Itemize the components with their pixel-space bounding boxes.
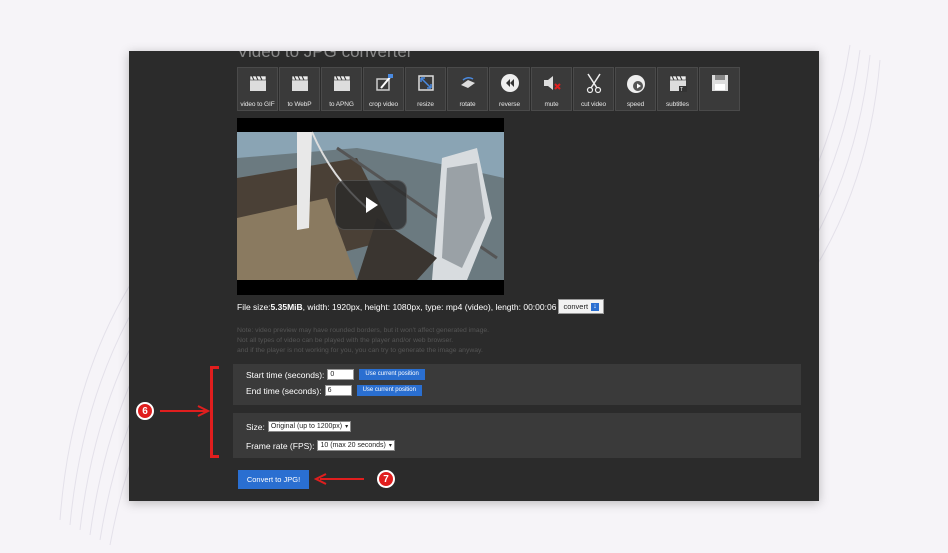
tool-label: speed: [626, 101, 645, 108]
end-time-input[interactable]: [324, 385, 352, 396]
note-line: and if the player is not working for you…: [237, 347, 483, 354]
download-icon: ↓: [591, 302, 600, 311]
mute-icon: [543, 76, 561, 90]
note-line: Note: video preview may have rounded bor…: [237, 327, 490, 334]
output-options: Size: Original (up to 1200px) ▾ Frame ra…: [233, 413, 801, 458]
tool-label: subtitles: [666, 101, 689, 108]
convert-file-button[interactable]: convert ↓: [558, 299, 605, 314]
tool-to-apng[interactable]: to APNG: [321, 67, 362, 111]
clapperboard-icon: [333, 75, 350, 91]
tool-label: mute: [544, 101, 559, 108]
save-icon: [711, 75, 728, 91]
size-row: Size: Original (up to 1200px) ▾: [246, 421, 352, 432]
start-use-position-button[interactable]: Use current position: [359, 369, 425, 380]
end-time-row: End time (seconds): Use current position: [246, 385, 422, 396]
tool-label: reverse: [499, 101, 520, 108]
notes: Note: video preview may have rounded bor…: [237, 326, 489, 356]
note-line: Not all types of video can be played wit…: [237, 337, 454, 344]
page-title: Video to JPG converter: [237, 51, 413, 61]
clapperboard-icon: [291, 75, 308, 91]
video-preview[interactable]: [237, 118, 504, 295]
converter-panel: Video to JPG converter video to GIF to W…: [129, 51, 819, 501]
start-time-row: Start time (seconds): Use current positi…: [246, 369, 425, 380]
tool-rotate[interactable]: rotate: [447, 67, 488, 111]
tool-video-to-gif[interactable]: video to GIF: [237, 67, 278, 111]
chevron-down-icon: ▾: [345, 424, 349, 430]
subtitles-icon: T: [669, 75, 687, 93]
scissors-icon: [586, 73, 601, 94]
file-details: , width: 1920px, height: 1080px, type: m…: [302, 301, 557, 312]
tool-label: resize: [417, 101, 434, 108]
convert-file-label: convert: [563, 302, 589, 311]
annotation-arrow-7: [314, 473, 364, 485]
annotation-bracket: [210, 366, 219, 458]
tool-label: to APNG: [329, 101, 354, 108]
tool-cut-video[interactable]: cut video: [573, 67, 614, 111]
annotation-arrow-6: [160, 405, 210, 417]
play-icon: [366, 197, 378, 213]
tool-speed[interactable]: speed: [615, 67, 656, 111]
play-button[interactable]: [335, 180, 407, 230]
fps-select-value: 10 (max 20 seconds): [320, 442, 386, 449]
tool-mute[interactable]: mute: [531, 67, 572, 111]
tool-toolbar: video to GIF to WebP to APNG crop video: [237, 67, 741, 111]
file-info: File size: 5.35MiB, width: 1920px, heigh…: [237, 299, 605, 314]
tool-label: video to GIF: [240, 101, 275, 108]
fps-row: Frame rate (FPS): 10 (max 20 seconds) ▾: [246, 440, 395, 451]
fps-label: Frame rate (FPS):: [246, 440, 315, 451]
tool-label: to WebP: [287, 101, 312, 108]
svg-text:T: T: [680, 87, 683, 93]
fps-select[interactable]: 10 (max 20 seconds) ▾: [317, 440, 395, 451]
start-time-input[interactable]: [327, 369, 355, 380]
timing-options: Start time (seconds): Use current positi…: [233, 364, 801, 405]
end-time-label: End time (seconds):: [246, 385, 322, 396]
rotate-icon: [460, 76, 475, 88]
reverse-icon: [500, 74, 519, 92]
tool-label: rotate: [459, 101, 476, 108]
crop-icon: [375, 74, 393, 91]
tool-label: cut video: [580, 101, 607, 108]
tool-save[interactable]: [699, 67, 740, 111]
convert-to-jpg-button[interactable]: Convert to JPG!: [238, 470, 309, 489]
speed-icon: [626, 75, 645, 93]
annotation-badge-7: 7: [377, 470, 395, 488]
tool-reverse[interactable]: reverse: [489, 67, 530, 111]
size-select[interactable]: Original (up to 1200px) ▾: [267, 421, 352, 432]
file-size-value: 5.35MiB: [270, 301, 303, 312]
annotation-badge-6: 6: [136, 402, 154, 420]
size-label: Size:: [246, 421, 265, 432]
clapperboard-icon: [249, 75, 266, 91]
file-size-label: File size:: [237, 301, 271, 312]
tool-subtitles[interactable]: T subtitles: [657, 67, 698, 111]
resize-icon: [417, 75, 434, 91]
tool-label: crop video: [369, 101, 398, 108]
tool-to-webp[interactable]: to WebP: [279, 67, 320, 111]
start-time-label: Start time (seconds):: [246, 369, 325, 380]
end-use-position-button[interactable]: Use current position: [356, 385, 422, 396]
tool-crop-video[interactable]: crop video: [363, 67, 404, 111]
tool-resize[interactable]: resize: [405, 67, 446, 111]
size-select-value: Original (up to 1200px): [270, 423, 343, 430]
chevron-down-icon: ▾: [388, 443, 392, 449]
